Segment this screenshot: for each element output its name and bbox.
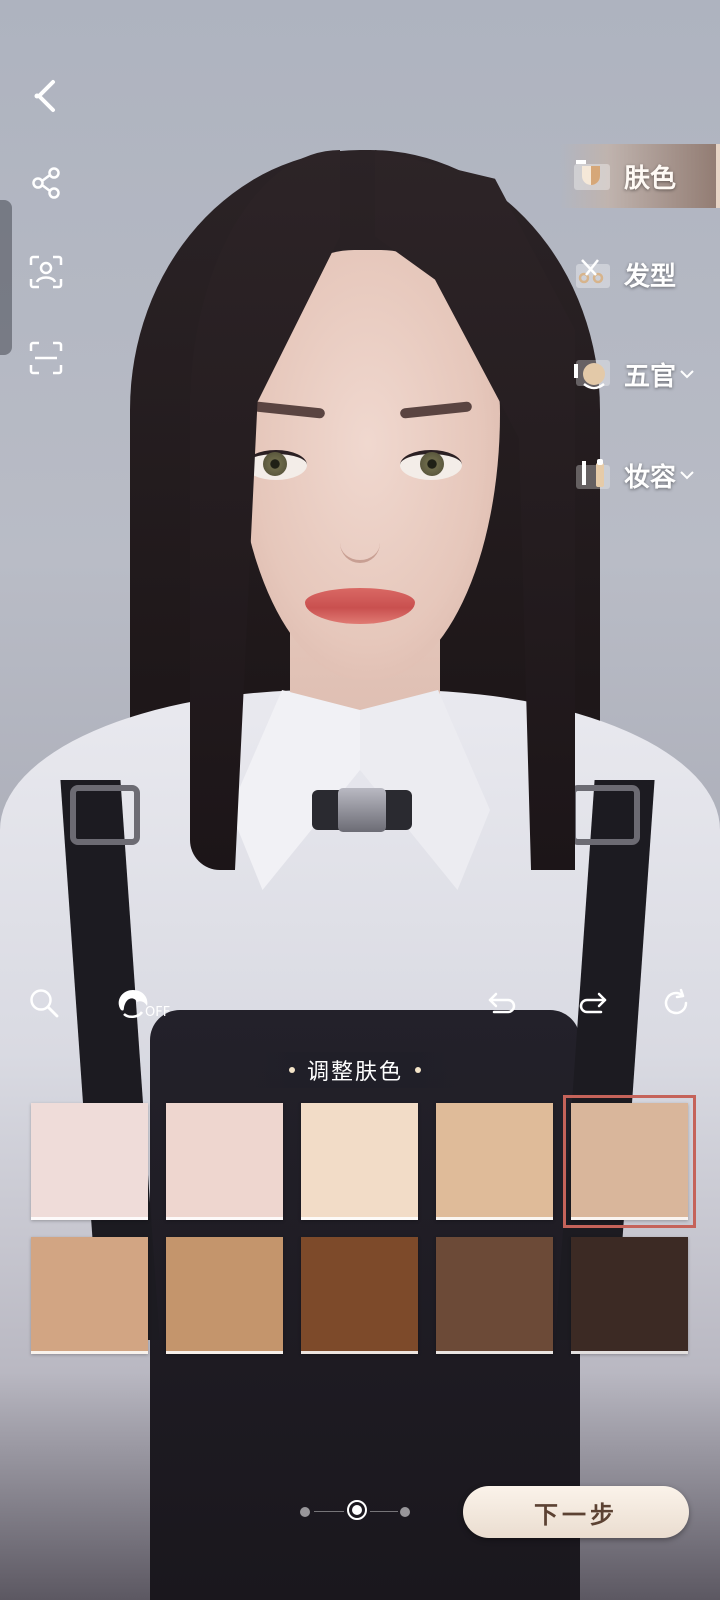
character-creator-screen: 肤色 发型 五官 妆容 OFF 调整肤色 下一步	[0, 0, 720, 1600]
skin-tone-swatch[interactable]	[301, 1103, 418, 1220]
search-button[interactable]	[24, 983, 64, 1023]
character-buckle-right	[570, 785, 640, 845]
page-dot-active	[347, 1500, 367, 1520]
character-iris-left	[263, 452, 287, 476]
hair-toggle-state: OFF	[145, 1005, 171, 1020]
page-dot	[300, 1507, 310, 1517]
page-indicator	[300, 1500, 420, 1524]
reset-icon	[664, 988, 688, 1015]
panel-title: 调整肤色	[306, 1060, 403, 1085]
skin-tone-swatch[interactable]	[436, 1237, 553, 1354]
next-step-label: 下一步	[534, 1500, 618, 1529]
screenshot-button[interactable]	[26, 338, 66, 378]
skin-tone-grid	[31, 1095, 696, 1354]
character-nose	[340, 520, 380, 563]
screenshot-frame-icon	[29, 341, 63, 375]
redo-button[interactable]	[573, 983, 613, 1023]
category-features[interactable]: 五官	[560, 342, 720, 406]
skin-tone-swatch[interactable]	[563, 1095, 696, 1228]
chevron-down-icon	[680, 370, 694, 379]
page-dot	[400, 1507, 410, 1517]
back-button[interactable]	[26, 76, 66, 116]
skin-tone-swatch[interactable]	[571, 1237, 688, 1354]
skin-palette-icon	[570, 154, 614, 198]
back-arrow-icon	[34, 80, 55, 112]
skin-tone-swatch[interactable]	[166, 1103, 283, 1220]
skin-tone-swatch[interactable]	[31, 1103, 148, 1220]
title-dot-left	[288, 1067, 295, 1073]
share-button[interactable]	[26, 163, 66, 203]
undo-button[interactable]	[482, 983, 522, 1023]
search-icon	[30, 989, 59, 1018]
redo-icon	[579, 992, 607, 1014]
character-choker-clip	[338, 788, 386, 832]
makeup-icon	[570, 453, 614, 497]
category-features-label: 五官	[624, 361, 677, 392]
chevron-down-icon	[680, 471, 694, 480]
skin-tone-swatch[interactable]	[301, 1237, 418, 1354]
reset-button[interactable]	[656, 983, 696, 1023]
character-iris-right	[420, 452, 444, 476]
next-step-button[interactable]: 下一步	[463, 1486, 689, 1538]
side-drawer-handle[interactable]	[0, 200, 12, 355]
category-skin-label: 肤色	[624, 163, 677, 194]
category-makeup[interactable]: 妆容	[560, 443, 720, 507]
face-scan-button[interactable]	[26, 252, 66, 292]
category-hair-label: 发型	[624, 261, 677, 292]
skin-tone-swatch[interactable]	[436, 1103, 553, 1220]
scissors-icon	[570, 252, 614, 296]
skin-tone-swatch[interactable]	[166, 1237, 283, 1354]
title-dot-right	[415, 1067, 421, 1073]
panel-header: 调整肤色	[250, 1052, 460, 1088]
category-skin[interactable]: 肤色	[560, 144, 720, 208]
skin-tone-swatch[interactable]	[31, 1237, 148, 1354]
category-hair[interactable]: 发型	[560, 242, 720, 306]
undo-icon	[488, 992, 516, 1014]
page-dot-connector	[314, 1511, 344, 1512]
share-icon	[32, 167, 60, 199]
page-dot-connector	[370, 1511, 398, 1512]
category-makeup-label: 妆容	[624, 462, 677, 493]
face-features-icon	[570, 352, 614, 396]
face-scan-icon	[29, 255, 63, 289]
character-buckle-left	[70, 785, 140, 845]
